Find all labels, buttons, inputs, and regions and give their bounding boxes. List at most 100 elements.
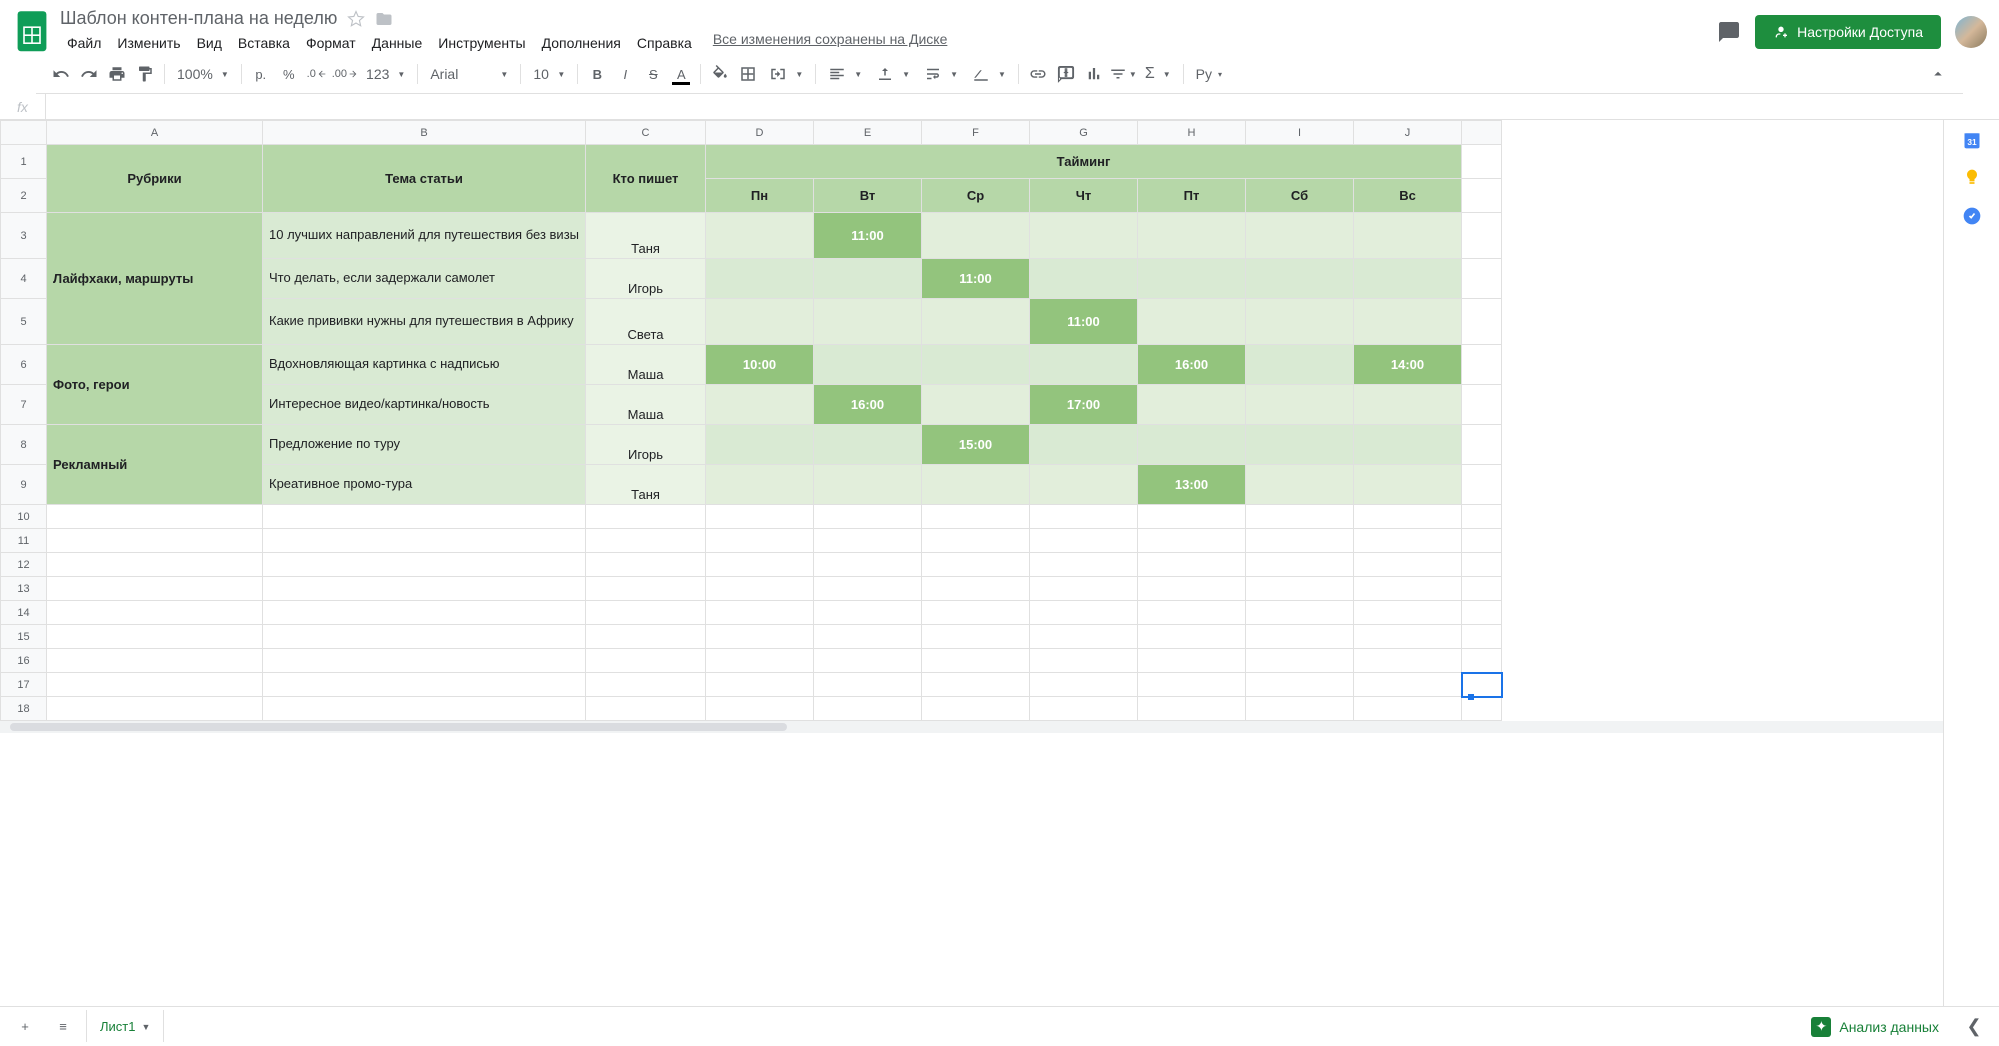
cell-F4[interactable]: 11:00 <box>922 259 1030 299</box>
cell-I16[interactable] <box>1246 649 1354 673</box>
cell-C18[interactable] <box>586 697 706 721</box>
cell-C14[interactable] <box>586 601 706 625</box>
cell-C13[interactable] <box>586 577 706 601</box>
merge-cells-icon[interactable]: ▼ <box>763 61 809 87</box>
col-header-D[interactable]: D <box>706 121 814 145</box>
cell-E14[interactable] <box>814 601 922 625</box>
menu-data[interactable]: Данные <box>365 31 430 55</box>
row-header-6[interactable]: 6 <box>1 345 47 385</box>
cell-E10[interactable] <box>814 505 922 529</box>
cell-B15[interactable] <box>263 625 586 649</box>
keep-icon[interactable] <box>1962 168 1982 188</box>
cell-J9[interactable] <box>1354 465 1462 505</box>
decrease-decimal[interactable]: .0 <box>304 61 330 87</box>
cell-I11[interactable] <box>1246 529 1354 553</box>
cell-C10[interactable] <box>586 505 706 529</box>
cell-K16[interactable] <box>1462 649 1502 673</box>
cell-D5[interactable] <box>706 299 814 345</box>
cell-D10[interactable] <box>706 505 814 529</box>
cell-F16[interactable] <box>922 649 1030 673</box>
row-header-11[interactable]: 11 <box>1 529 47 553</box>
row-header-5[interactable]: 5 <box>1 299 47 345</box>
row-header-10[interactable]: 10 <box>1 505 47 529</box>
row-header-17[interactable]: 17 <box>1 673 47 697</box>
cell-C11[interactable] <box>586 529 706 553</box>
cell-J11[interactable] <box>1354 529 1462 553</box>
cell-E6[interactable] <box>814 345 922 385</box>
functions-icon[interactable]: Σ▼ <box>1139 61 1177 87</box>
sheets-logo[interactable] <box>12 12 52 52</box>
cell-I17[interactable] <box>1246 673 1354 697</box>
cell-C3[interactable]: Таня <box>586 213 706 259</box>
cell-I9[interactable] <box>1246 465 1354 505</box>
cell-K12[interactable] <box>1462 553 1502 577</box>
cell-D16[interactable] <box>706 649 814 673</box>
cell-I13[interactable] <box>1246 577 1354 601</box>
cell-J6[interactable]: 14:00 <box>1354 345 1462 385</box>
bold-icon[interactable]: B <box>584 61 610 87</box>
cell-B10[interactable] <box>263 505 586 529</box>
cell-D17[interactable] <box>706 673 814 697</box>
sheet-tab-menu-icon[interactable]: ▼ <box>141 1022 150 1032</box>
cell-E4[interactable] <box>814 259 922 299</box>
cell-F12[interactable] <box>922 553 1030 577</box>
row-header-2[interactable]: 2 <box>1 179 47 213</box>
input-language[interactable]: Ру▾ <box>1190 61 1228 87</box>
cell-G12[interactable] <box>1030 553 1138 577</box>
cell-B7[interactable]: Интересное видео/картинка/новость <box>263 385 586 425</box>
cell-E15[interactable] <box>814 625 922 649</box>
cell-J13[interactable] <box>1354 577 1462 601</box>
cell-H14[interactable] <box>1138 601 1246 625</box>
cell-E8[interactable] <box>814 425 922 465</box>
menu-tools[interactable]: Инструменты <box>431 31 532 55</box>
add-sheet-icon[interactable]: + <box>10 1012 40 1042</box>
col-header-E[interactable]: E <box>814 121 922 145</box>
fill-color-icon[interactable] <box>707 61 733 87</box>
cell-E13[interactable] <box>814 577 922 601</box>
cell-H13[interactable] <box>1138 577 1246 601</box>
cell-F17[interactable] <box>922 673 1030 697</box>
cell-C7[interactable]: Маша <box>586 385 706 425</box>
strikethrough-icon[interactable]: S <box>640 61 666 87</box>
collapse-toolbar-icon[interactable] <box>1925 61 1951 87</box>
cell-H5[interactable] <box>1138 299 1246 345</box>
row-header-1[interactable]: 1 <box>1 145 47 179</box>
fx-label[interactable]: fx <box>0 94 46 119</box>
col-header-A[interactable]: A <box>47 121 263 145</box>
menu-addons[interactable]: Дополнения <box>535 31 628 55</box>
col-header-J[interactable]: J <box>1354 121 1462 145</box>
menu-edit[interactable]: Изменить <box>110 31 187 55</box>
col-header-B[interactable]: B <box>263 121 586 145</box>
tasks-icon[interactable] <box>1962 206 1982 226</box>
cell-C1[interactable]: Кто пишет <box>586 145 706 213</box>
cell-G9[interactable] <box>1030 465 1138 505</box>
cell-G7[interactable]: 17:00 <box>1030 385 1138 425</box>
print-icon[interactable] <box>104 61 130 87</box>
paint-format-icon[interactable] <box>132 61 158 87</box>
cell-J10[interactable] <box>1354 505 1462 529</box>
cell-A3[interactable]: Лайфхаки, маршруты <box>47 213 263 345</box>
cell-G5[interactable]: 11:00 <box>1030 299 1138 345</box>
v-align-icon[interactable]: ▼ <box>870 61 916 87</box>
text-color-icon[interactable]: A <box>668 61 694 87</box>
cell-E16[interactable] <box>814 649 922 673</box>
cell-J14[interactable] <box>1354 601 1462 625</box>
cell-A17[interactable] <box>47 673 263 697</box>
filter-icon[interactable]: ▼ <box>1109 61 1137 87</box>
cell-C15[interactable] <box>586 625 706 649</box>
cell-A14[interactable] <box>47 601 263 625</box>
cell-I8[interactable] <box>1246 425 1354 465</box>
cell-D18[interactable] <box>706 697 814 721</box>
cell-I5[interactable] <box>1246 299 1354 345</box>
cell-B3[interactable]: 10 лучших направлений для путешествия бе… <box>263 213 586 259</box>
row-header-9[interactable]: 9 <box>1 465 47 505</box>
zoom-select[interactable]: 100%▼ <box>171 61 235 87</box>
currency-format[interactable]: р. <box>248 61 274 87</box>
cell-J4[interactable] <box>1354 259 1462 299</box>
cell-F2[interactable]: Ср <box>922 179 1030 213</box>
horizontal-scrollbar[interactable] <box>0 721 1943 733</box>
cell-K14[interactable] <box>1462 601 1502 625</box>
cell-E2[interactable]: Вт <box>814 179 922 213</box>
cell-G11[interactable] <box>1030 529 1138 553</box>
expand-side-panel-icon[interactable]: ❮ <box>1959 1016 1989 1037</box>
